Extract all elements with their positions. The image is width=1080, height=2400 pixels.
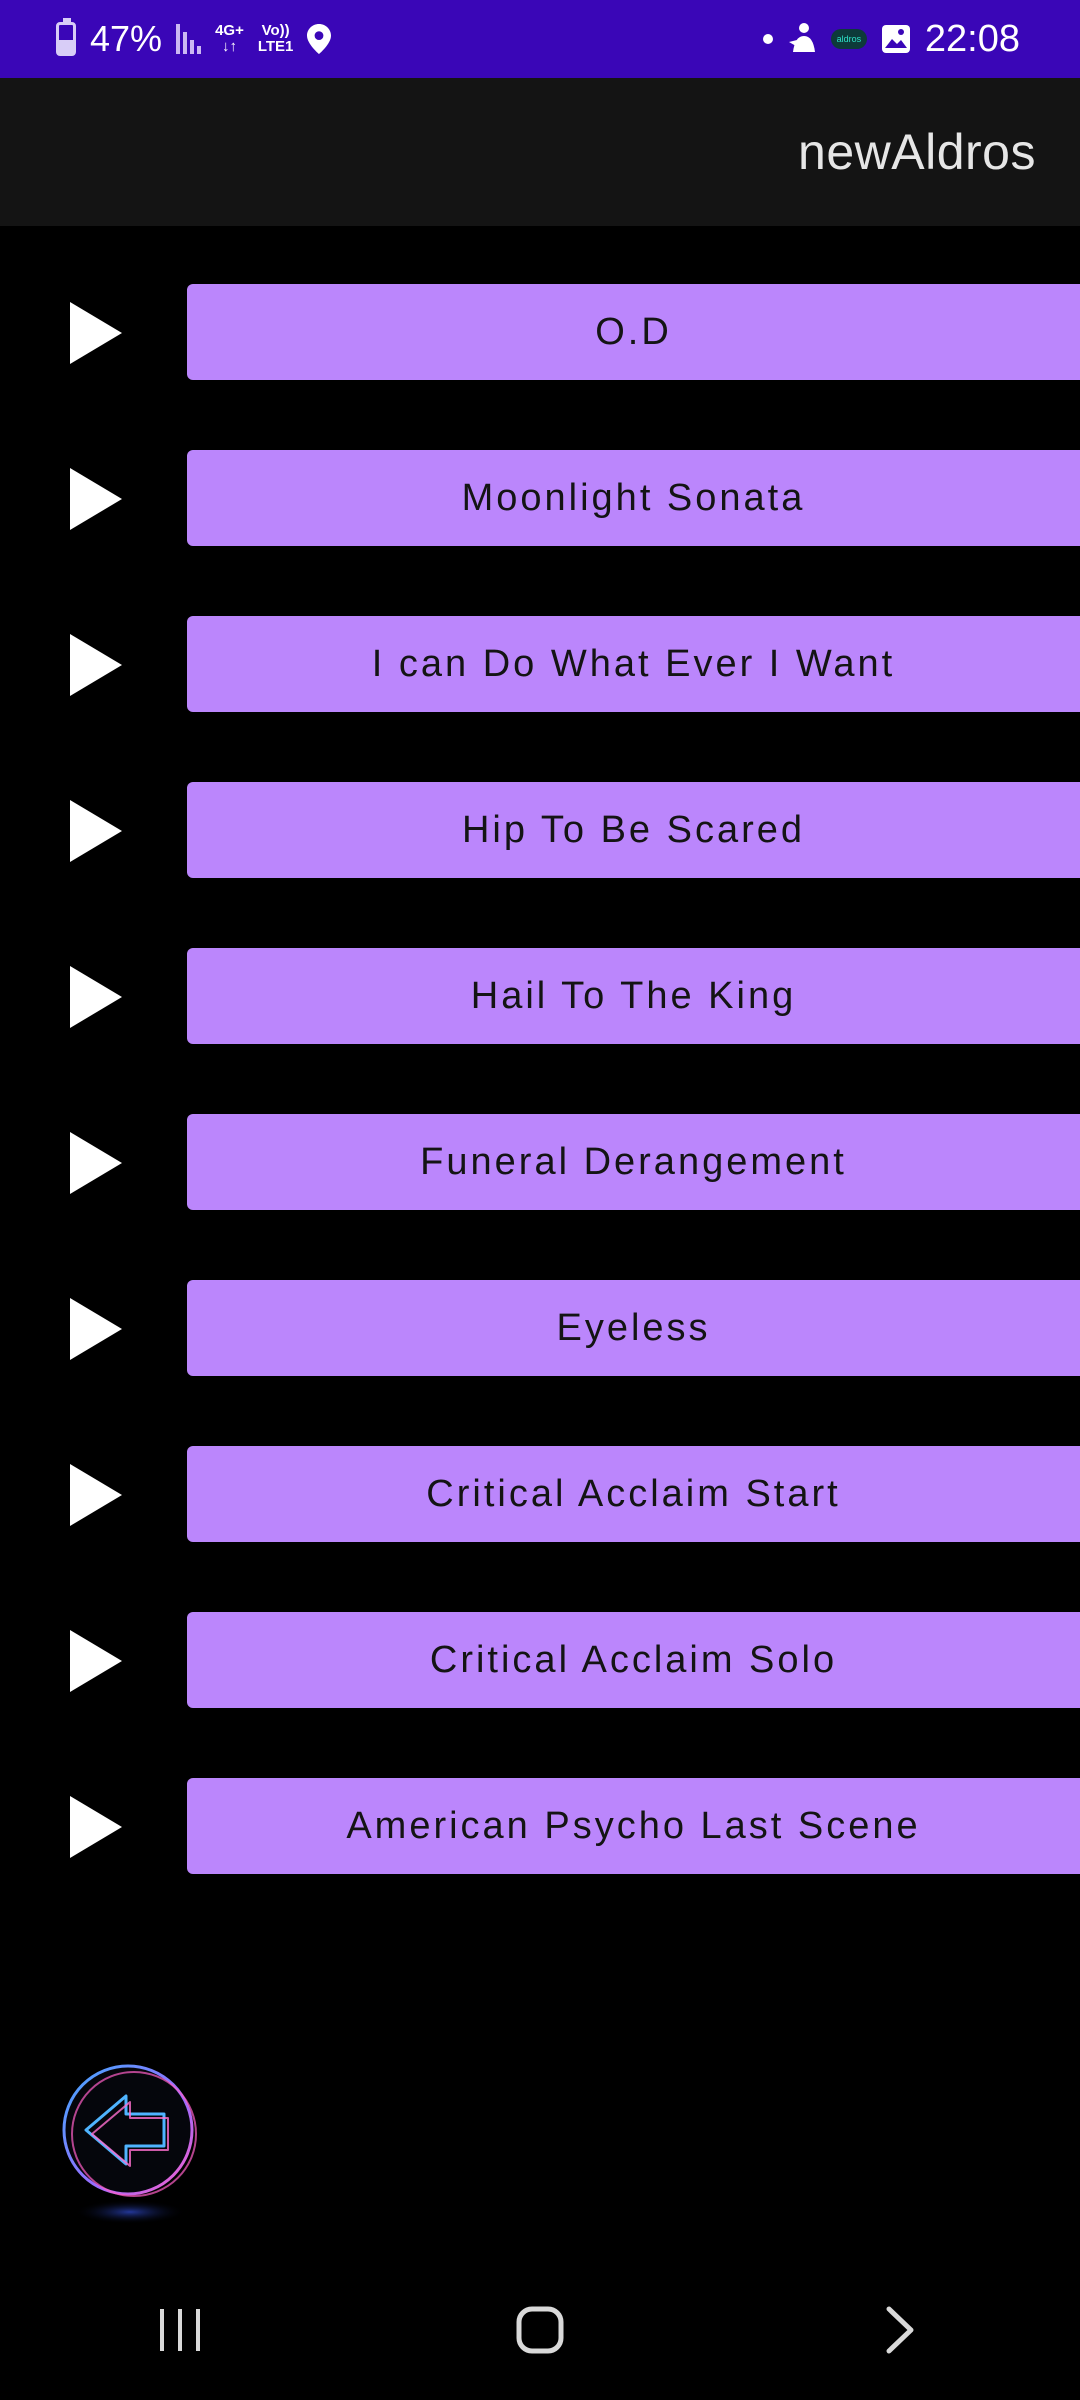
play-button[interactable] (70, 468, 122, 530)
track-button[interactable]: I can Do What Ever I Want (187, 616, 1080, 712)
track-button[interactable]: Eyeless (187, 1280, 1080, 1376)
back-button[interactable] (56, 2056, 204, 2228)
app-notification-icon (788, 23, 815, 52)
status-bar-left: 47% 4G+ ↓↑ Vo)) LTE1 (56, 18, 332, 60)
track-button[interactable]: Hip To Be Scared (187, 782, 1080, 878)
track-row: Funeral Derangement (0, 1114, 1080, 1210)
gallery-icon (881, 25, 910, 53)
battery-icon (56, 18, 76, 56)
play-icon (70, 800, 122, 862)
signal-icon (176, 24, 202, 54)
play-button[interactable] (70, 302, 122, 364)
track-row: Eyeless (0, 1280, 1080, 1376)
track-button[interactable]: Critical Acclaim Start (187, 1446, 1080, 1542)
aldros-app-icon: aldros (830, 29, 867, 49)
play-icon (70, 1298, 122, 1360)
track-button[interactable]: Hail To The King (187, 948, 1080, 1044)
play-icon (70, 634, 122, 696)
play-icon (70, 1132, 122, 1194)
play-button[interactable] (70, 800, 122, 862)
data-arrows-icon: ↓↑ (221, 38, 237, 55)
play-icon (70, 966, 122, 1028)
notification-dot-icon (762, 34, 773, 44)
track-button[interactable]: Critical Acclaim Solo (187, 1612, 1080, 1708)
play-button[interactable] (70, 1298, 122, 1360)
track-row: O.D (0, 284, 1080, 380)
volte-indicator: Vo)) LTE1 (257, 22, 294, 55)
track-row: Hip To Be Scared (0, 782, 1080, 878)
play-button[interactable] (70, 1796, 122, 1858)
play-icon (70, 468, 122, 530)
track-button[interactable]: Funeral Derangement (187, 1114, 1080, 1210)
track-button[interactable]: American Psycho Last Scene (187, 1778, 1080, 1874)
track-row: Hail To The King (0, 948, 1080, 1044)
play-button[interactable] (70, 1630, 122, 1692)
track-row: Critical Acclaim Start (0, 1446, 1080, 1542)
track-row: American Psycho Last Scene (0, 1778, 1080, 1874)
home-button[interactable] (480, 2280, 600, 2380)
play-icon (70, 1464, 122, 1526)
track-button[interactable]: O.D (187, 284, 1080, 380)
play-button[interactable] (70, 1464, 122, 1526)
status-bar: 47% 4G+ ↓↑ Vo)) LTE1 aldros 22:08 (0, 0, 1080, 78)
back-arrow-icon (62, 2064, 197, 2224)
track-button[interactable]: Moonlight Sonata (187, 450, 1080, 546)
play-icon (70, 302, 122, 364)
forward-button[interactable] (840, 2280, 960, 2380)
network-type: 4G+ ↓↑ (215, 22, 244, 55)
app-title: newAldros (798, 124, 1036, 180)
track-row: I can Do What Ever I Want (0, 616, 1080, 712)
recents-icon (160, 2309, 200, 2351)
play-icon (70, 1796, 122, 1858)
track-row: Critical Acclaim Solo (0, 1612, 1080, 1708)
play-icon (70, 1630, 122, 1692)
chevron-right-icon (886, 2306, 914, 2354)
battery-percent: 47% (90, 18, 163, 59)
location-pin-icon (307, 24, 332, 54)
home-icon (516, 2306, 564, 2354)
system-navigation-bar (0, 2260, 1080, 2400)
clock: 22:08 (924, 17, 1020, 60)
recents-button[interactable] (120, 2280, 240, 2380)
play-button[interactable] (70, 1132, 122, 1194)
status-bar-right: aldros 22:08 (762, 17, 1020, 61)
play-button[interactable] (70, 634, 122, 696)
play-button[interactable] (70, 966, 122, 1028)
track-row: Moonlight Sonata (0, 450, 1080, 546)
app-bar: newAldros (0, 78, 1080, 226)
